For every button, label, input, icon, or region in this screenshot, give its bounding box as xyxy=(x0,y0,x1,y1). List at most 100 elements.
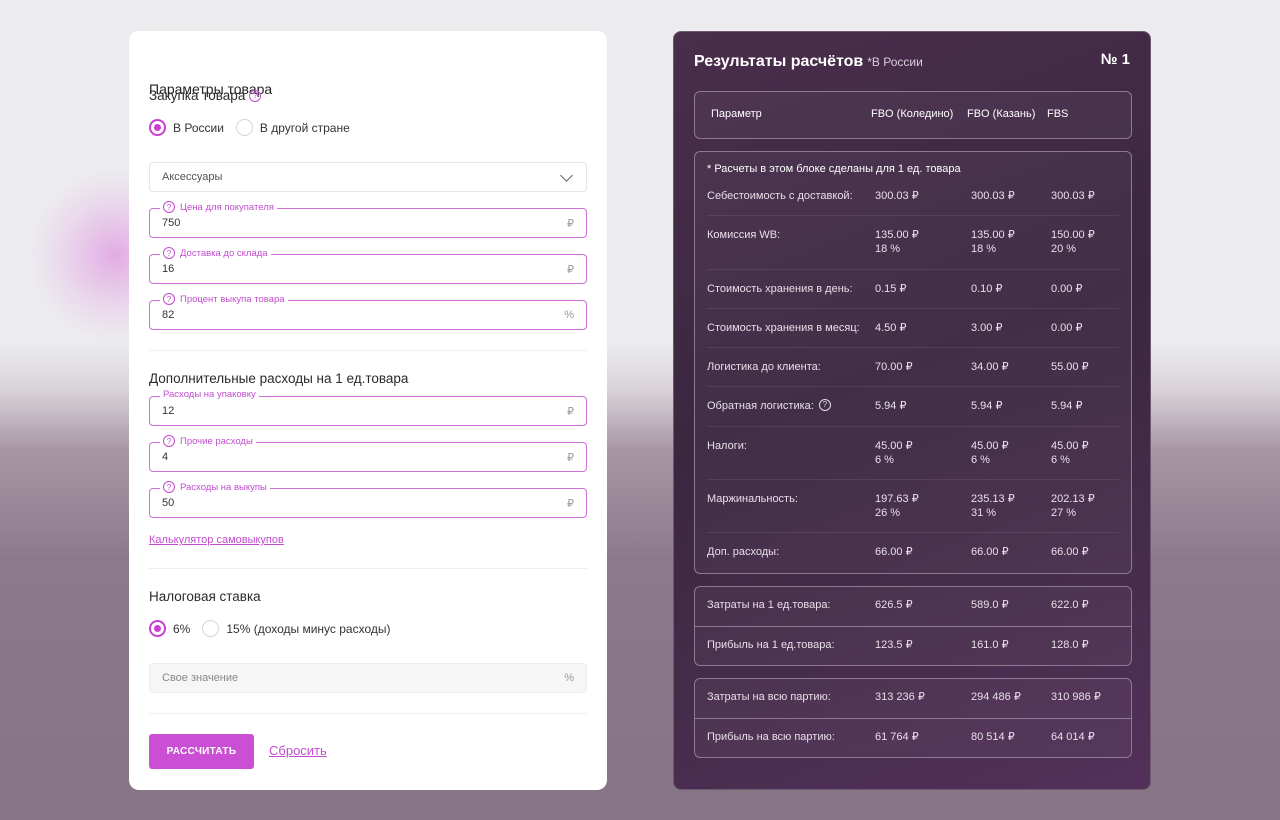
value-line: 0.15 ₽ xyxy=(875,283,907,295)
radio-other-country[interactable]: В другой стране xyxy=(235,119,350,136)
other-value: 4 xyxy=(162,451,169,463)
total-label: Затраты на всю партию: xyxy=(707,691,831,703)
tax-title: Налоговая ставка xyxy=(149,589,261,604)
row-value: 34.00 ₽ xyxy=(971,360,1009,374)
value-line: 70.00 ₽ xyxy=(875,361,913,373)
tax-radio-group: 6% 15% (доходы минус расходы) xyxy=(149,620,403,637)
delivery-unit: ₽ xyxy=(567,264,574,276)
row-label: Доп. расходы: xyxy=(707,546,780,558)
packing-label: Расходы на упаковку xyxy=(163,389,256,400)
help-icon[interactable]: ? xyxy=(163,435,175,447)
value-line: 34.00 ₽ xyxy=(971,361,1009,373)
total-value: 622.0 ₽ xyxy=(1051,599,1089,611)
unit-totals-box: Затраты на 1 ед.товара: 626.5 ₽ 589.0 ₽ 622… xyxy=(694,586,1132,666)
header-fbs: FBS xyxy=(1047,108,1069,120)
category-select[interactable]: Аксессуары xyxy=(149,162,587,192)
packing-value: 12 xyxy=(162,405,175,417)
reset-button[interactable]: Сбросить xyxy=(269,743,327,758)
value-line: 45.00 ₽ xyxy=(971,440,1009,452)
row-separator xyxy=(707,426,1119,427)
value-line: 202.13 ₽ xyxy=(1051,493,1095,505)
purchase-radio-group: В России В другой стране xyxy=(149,119,362,136)
delivery-legend: ? Доставка до склада xyxy=(160,247,271,259)
total-value: 80 514 ₽ xyxy=(971,731,1015,743)
radio-tax-15-label: 15% (доходы минус расходы) xyxy=(226,621,391,636)
buyout-unit: % xyxy=(564,309,574,321)
results-subtitle: *В России xyxy=(867,55,923,69)
help-icon[interactable]: ? xyxy=(163,247,175,259)
row-value: 66.00 ₽ xyxy=(971,545,1009,559)
row-separator xyxy=(707,269,1119,270)
price-label: Цена для покупателя xyxy=(180,201,274,213)
self-buyout-calculator-link[interactable]: Калькулятор самовыкупов xyxy=(149,534,284,546)
total-value: 64 014 ₽ xyxy=(1051,731,1095,743)
price-field[interactable]: ? Цена для покупателя 750 ₽ xyxy=(149,201,587,238)
other-expenses-field[interactable]: ? Прочие расходы 4 ₽ xyxy=(149,435,587,472)
value-line: 4.50 ₽ xyxy=(875,322,907,334)
help-icon[interactable]: ? xyxy=(163,481,175,493)
row-separator xyxy=(695,626,1131,627)
row-value: 5.94 ₽ xyxy=(971,399,1002,413)
redemption-legend: ? Расходы на выкупы xyxy=(160,481,270,493)
value-line: 18 % xyxy=(875,243,901,255)
divider xyxy=(149,713,587,714)
help-icon[interactable]: ? xyxy=(163,201,175,213)
buyout-field[interactable]: ? Процент выкупа товара 82 % xyxy=(149,293,587,330)
radio-tax-6[interactable]: 6% xyxy=(149,620,190,637)
chevron-down-icon xyxy=(560,168,573,182)
help-icon[interactable]: ? xyxy=(818,399,831,411)
price-unit: ₽ xyxy=(567,218,574,230)
radio-tax-15[interactable]: 15% (доходы минус расходы) xyxy=(202,620,391,637)
help-icon[interactable]: ? xyxy=(163,293,175,305)
value-line: 18 % xyxy=(971,243,997,255)
row-value: 197.63 ₽ 26 % xyxy=(875,492,919,520)
row-value: 235.13 ₽ 31 % xyxy=(971,492,1015,520)
radio-selected-icon xyxy=(149,620,166,637)
row-value: 45.00 ₽ 6 % xyxy=(1051,439,1089,467)
value-line: 20 % xyxy=(1051,243,1077,255)
redemption-value: 50 xyxy=(162,497,175,509)
calculate-button[interactable]: РАССЧИТАТЬ xyxy=(149,734,254,769)
value-line: 3.00 ₽ xyxy=(971,322,1003,334)
value-line: 5.94 ₽ xyxy=(875,400,907,412)
row-separator xyxy=(707,386,1119,387)
row-value: 3.00 ₽ xyxy=(971,321,1002,335)
custom-tax-placeholder: Свое значение xyxy=(162,672,239,684)
row-value: 150.00 ₽ 20 % xyxy=(1051,228,1095,256)
row-separator xyxy=(707,215,1119,216)
delivery-value: 16 xyxy=(162,263,175,275)
batch-totals-box: Затраты на всю партию: 313 236 ₽ 294 486 ₽… xyxy=(694,678,1132,758)
row-label: Логистика до клиента: xyxy=(707,361,821,373)
row-value: 4.50 ₽ xyxy=(875,321,906,335)
value-line: 27 % xyxy=(1051,507,1077,519)
radio-empty-icon xyxy=(202,620,220,637)
value-line: 0.10 ₽ xyxy=(971,283,1003,295)
custom-tax-input[interactable]: Свое значение % xyxy=(149,663,587,693)
radio-russia[interactable]: В России xyxy=(149,119,224,136)
total-value: 161.0 ₽ xyxy=(971,639,1009,651)
total-value: 589.0 ₽ xyxy=(971,599,1009,611)
row-value: 66.00 ₽ xyxy=(875,545,913,559)
value-line: 6 % xyxy=(1051,454,1070,466)
total-value: 626.5 ₽ xyxy=(875,599,913,611)
help-icon[interactable]: ? xyxy=(249,89,262,102)
row-separator xyxy=(707,532,1119,533)
packing-field[interactable]: Расходы на упаковку 12 ₽ xyxy=(149,389,587,426)
row-label: Налоги: xyxy=(707,440,747,452)
value-line: 0.00 ₽ xyxy=(1051,322,1083,334)
value-line: 5.94 ₽ xyxy=(971,400,1003,412)
buyout-legend: ? Процент выкупа товара xyxy=(160,293,288,305)
row-value: 55.00 ₽ xyxy=(1051,360,1089,374)
redemption-field[interactable]: ? Расходы на выкупы 50 ₽ xyxy=(149,481,587,518)
delivery-field[interactable]: ? Доставка до склада 16 ₽ xyxy=(149,247,587,284)
value-line: 55.00 ₽ xyxy=(1051,361,1089,373)
buyout-label: Процент выкупа товара xyxy=(180,293,285,305)
results-title-block: Результаты расчётов *В России xyxy=(694,53,923,71)
value-line: 300.03 ₽ xyxy=(1051,190,1095,202)
row-value: 135.00 ₽ 18 % xyxy=(875,228,919,256)
radio-empty-icon xyxy=(235,119,253,136)
redemption-label: Расходы на выкупы xyxy=(180,481,267,493)
row-label: Комиссия WB: xyxy=(707,229,781,241)
row-label: Себестоимость с доставкой: xyxy=(707,190,853,202)
results-table-header: Параметр FBO (Коледино) FBO (Казань) FBS xyxy=(694,91,1132,139)
